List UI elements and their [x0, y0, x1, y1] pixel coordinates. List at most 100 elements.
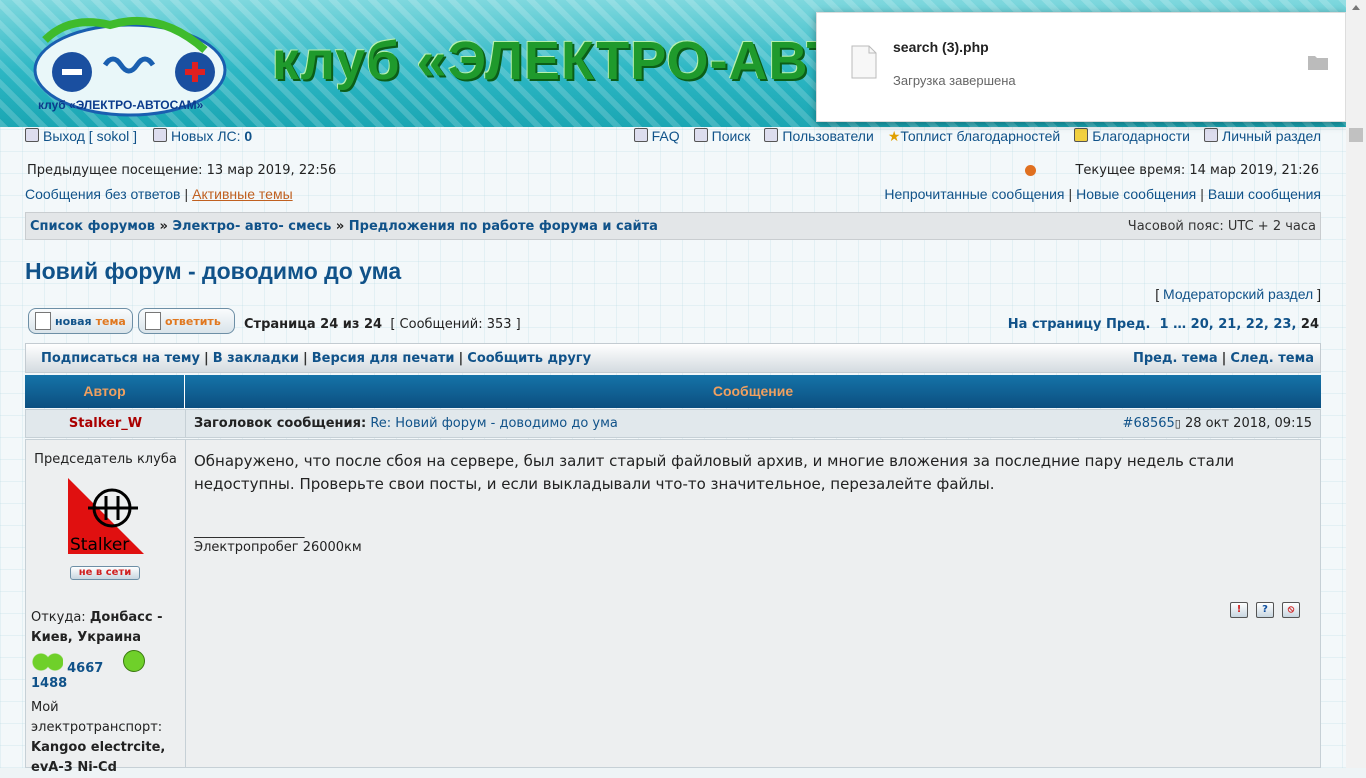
thanks-icon [1074, 128, 1089, 142]
scroll-thumb[interactable] [1349, 128, 1363, 142]
logo-caption: клуб «ЭЛЕКТРО-АВТОСАМ» [38, 98, 204, 112]
prev-topic-link[interactable]: Пред. тема [1133, 351, 1218, 366]
thanks-received-count[interactable]: 1488 [31, 676, 67, 691]
post-message: Обнаружено, что после сбоя на сервере, б… [194, 452, 1235, 493]
post-count: Сообщений: 353 [399, 317, 512, 332]
author-rank: Председатель клуба [34, 452, 177, 467]
logout-icon [25, 128, 39, 142]
page-current: 24 [1300, 317, 1319, 332]
your-posts-link[interactable]: Ваши сообщения [1208, 186, 1321, 202]
download-notification[interactable]: search (3).php Загрузка завершена [816, 12, 1346, 122]
post-date: 28 окт 2018, 09:15 [1185, 416, 1312, 431]
star-icon: ★ [887, 128, 901, 144]
document-icon [35, 312, 51, 330]
quick-links: Сообщения без ответов | Активные темы Непр… [25, 186, 1321, 202]
search-icon [693, 128, 708, 142]
email-friend-link[interactable]: Сообщить другу [467, 351, 591, 366]
page-info-text: Страница 24 из 24 [244, 317, 383, 332]
breadcrumb-forum[interactable]: Предложения по работе форума и сайта [349, 219, 658, 234]
mod-section-row: [ Модераторский раздел ] [1155, 286, 1321, 302]
username: sokol [96, 128, 130, 144]
bookmark-link[interactable]: В закладки [213, 351, 299, 366]
scroll-up-arrow-icon[interactable] [1350, 2, 1362, 14]
page-22[interactable]: 22 [1246, 317, 1264, 332]
warn-icon[interactable]: ⦸ [1282, 602, 1300, 618]
signature-divider: _________________ [194, 524, 305, 539]
new-pm-label: Новых ЛС: [171, 128, 241, 144]
topic-title[interactable]: Новий форум - доводимо до ума [25, 258, 1321, 285]
from-label: Откуда: [31, 610, 86, 625]
author-transport: Мой электротранспорт: Kangoo electrcite, … [31, 698, 181, 778]
ucp-label: Личный раздел [1222, 128, 1321, 144]
new-posts-link[interactable]: Новые сообщения [1076, 186, 1196, 202]
faq-label: FAQ [651, 128, 680, 144]
breadcrumb-category[interactable]: Электро- авто- смесь [172, 219, 331, 234]
toplist-link[interactable]: ★Топлист благодарностей [888, 128, 1060, 145]
post-buttons: ! ? ⦸ [1230, 602, 1300, 618]
visit-info: Предыдущее посещение: 13 мар 2019, 22:56… [25, 163, 1321, 181]
breadcrumb: Список форумов » Электро- авто- смесь » … [25, 212, 1321, 240]
ucp-icon [1204, 128, 1218, 142]
col-message: Сообщение [712, 383, 794, 399]
next-topic-link[interactable]: След. тема [1230, 351, 1314, 366]
current-time: Текущее время: 14 мар 2019, 21:26 [1075, 163, 1319, 178]
download-file-name[interactable]: search (3).php [893, 39, 989, 55]
info-icon[interactable]: ? [1256, 602, 1274, 618]
print-link[interactable]: Версия для печати [312, 351, 455, 366]
status-badge: не в сети [70, 566, 140, 580]
new-topic-button[interactable]: новая тема [28, 308, 133, 334]
users-link[interactable]: Пользователи [764, 128, 874, 145]
post-link-icon[interactable]: ▯ [1175, 417, 1181, 430]
mod-section-link[interactable]: Модераторский раздел [1163, 286, 1313, 302]
unanswered-link[interactable]: Сообщения без ответов [25, 186, 181, 202]
author-profile: Председатель клуба Stalker не в сети Отк… [26, 440, 186, 775]
reply-label: ответить [165, 314, 221, 328]
faq-icon [633, 128, 648, 142]
active-topics-link[interactable]: Активные темы [192, 186, 293, 202]
page-20[interactable]: 20 [1191, 317, 1209, 332]
post-author[interactable]: Stalker_W [26, 410, 186, 437]
users-icon [764, 128, 779, 142]
thanks-given-count[interactable]: 4667 [67, 661, 103, 676]
last-visit: Предыдущее посещение: 13 мар 2019, 22:56 [27, 163, 337, 178]
post-header: Stalker_W Заголовок сообщения: Re: Новий… [25, 409, 1321, 438]
new-pm-link[interactable]: Новых ЛС: 0 [171, 128, 252, 144]
thanks-given-icon [31, 652, 63, 672]
pagination: На страницу Пред. 1 … 20, 21, 22, 23, 24 [1007, 317, 1319, 332]
pm-icon [153, 128, 168, 142]
timezone: Часовой пояс: UTC + 2 часа [1127, 219, 1316, 234]
report-icon[interactable]: ! [1230, 602, 1248, 618]
breadcrumb-forum-index[interactable]: Список форумов [30, 219, 155, 234]
subject-link[interactable]: Re: Новий форум - доводимо до ума [370, 416, 618, 431]
search-link[interactable]: Поиск [693, 128, 751, 145]
folder-icon[interactable] [1307, 53, 1329, 71]
thanks-received-icon [123, 650, 146, 672]
post-id-link[interactable]: #68565 [1123, 416, 1175, 431]
download-status: Загрузка завершена [893, 73, 1016, 88]
page-prev[interactable]: Пред. [1106, 317, 1150, 332]
posts-table-header: Автор Сообщение [25, 375, 1321, 408]
page-21[interactable]: 21 [1218, 317, 1236, 332]
unread-link[interactable]: Непрочитанные сообщения [884, 186, 1064, 202]
thanks-link[interactable]: Благодарности [1074, 128, 1190, 145]
logout-link[interactable]: Выход [ sokol ] [43, 128, 137, 144]
subscribe-link[interactable]: Подписаться на тему [41, 351, 200, 366]
post-subject: Заголовок сообщения: Re: Новий форум - д… [194, 416, 618, 431]
top-navigation: Выход [ sokol ] Новых ЛС: 0 FAQ Поиск По… [25, 128, 1321, 148]
faq-link[interactable]: FAQ [633, 128, 680, 145]
author-location: Откуда: Донбасс - Киев, Украина [31, 608, 181, 648]
avatar-text: Stalker [70, 535, 129, 554]
page-ellipsis: … [1173, 317, 1187, 332]
notification-icon[interactable] [1025, 165, 1036, 176]
ucp-link[interactable]: Личный раздел [1204, 128, 1321, 145]
new-topic-label-accent: тема [95, 314, 126, 328]
page-1[interactable]: 1 [1160, 317, 1169, 332]
topic-actions: новая тема ответить Страница 24 из 24 [ С… [25, 308, 1321, 336]
scrollbar[interactable] [1346, 0, 1366, 768]
search-label: Поиск [711, 128, 751, 144]
reply-button[interactable]: ответить [138, 308, 235, 334]
transport-value: Kangoo electrcite, evA-3 Ni-Cd [31, 740, 166, 775]
author-avatar: Stalker [68, 478, 144, 554]
document-icon [145, 312, 161, 330]
page-23[interactable]: 23 [1273, 317, 1291, 332]
